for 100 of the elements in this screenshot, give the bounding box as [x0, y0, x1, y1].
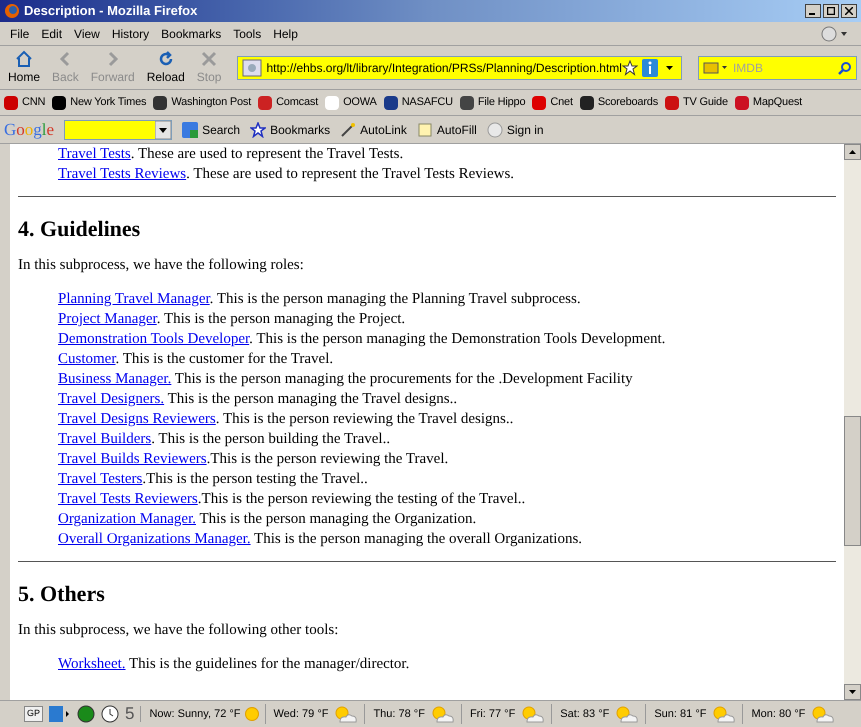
list-item-text: Travel Builds Reviewers.This is the person reviewing the Travel. — [57, 450, 450, 469]
menu-item[interactable]: View — [68, 24, 106, 42]
role-link[interactable]: Planning Travel Manager — [58, 291, 210, 307]
menu-item[interactable]: Tools — [227, 24, 268, 42]
list-item-text: Travel Designers. This is the person managing the Travel designs.. — [57, 390, 458, 409]
clock-icon[interactable] — [101, 705, 120, 723]
intro-text: In this subprocess, we have the following other tools: — [18, 621, 340, 640]
list-item-text: Travel Testers.This is the person testing the Travel.. — [57, 470, 369, 489]
wand-icon — [340, 122, 356, 138]
maximize-icon — [827, 7, 835, 15]
role-link[interactable]: Travel Designers. — [58, 391, 164, 407]
menu-item[interactable]: Bookmarks — [155, 24, 228, 42]
list-item-text: Planning Travel Manager. This is the person managing the Planning Travel subprocess. — [57, 290, 582, 309]
bookmark-item[interactable]: TV Guide — [665, 94, 728, 111]
scroll-down-icon[interactable] — [849, 690, 856, 694]
role-link[interactable]: Customer — [58, 351, 116, 367]
role-link[interactable]: Travel Tests Reviewers — [58, 491, 198, 507]
menu-item[interactable]: History — [106, 24, 156, 42]
bookmark-item[interactable]: Scoreboards — [580, 94, 658, 111]
weather-item[interactable]: Mon: 80 °F — [742, 704, 836, 724]
list-item-text: Travel Tests Reviewers.This is the person reviewing the testing of the Travel.. — [57, 490, 526, 509]
star-icon — [250, 122, 266, 138]
role-link[interactable]: Project Manager — [58, 311, 157, 327]
bookmark-item[interactable]: MapQuest — [734, 94, 802, 111]
role-link[interactable]: Travel Designs Reviewers — [58, 411, 216, 427]
page-icon — [242, 58, 262, 76]
role-link[interactable]: Travel Testers — [58, 471, 142, 487]
toolbar-button[interactable]: AutoFill — [416, 120, 477, 138]
info-icon[interactable] — [642, 58, 658, 76]
form-icon — [416, 122, 433, 138]
user-circle-icon — [486, 122, 503, 138]
bookmark-item[interactable]: Washington Post — [153, 94, 252, 111]
toolbar-button[interactable]: Bookmarks — [250, 120, 330, 138]
weather-item[interactable]: Sat: 83 °F — [551, 704, 640, 724]
menu-item[interactable]: File — [4, 24, 36, 42]
role-link[interactable]: Business Manager. — [58, 371, 172, 387]
bookmark-item[interactable]: CNN — [4, 94, 46, 111]
scrollbar[interactable] — [844, 144, 861, 700]
role-link[interactable]: Travel Tests — [58, 146, 131, 162]
toolbar-button[interactable]: AutoLink — [340, 120, 407, 138]
list-item-text: Demonstration Tools Developer. This is the person managing the Demonstration Tools Development. — [57, 330, 666, 349]
search-engine-icon[interactable] — [702, 60, 729, 76]
role-link[interactable]: Travel Builds Reviewers — [58, 451, 207, 467]
list-item-text: Travel Tests. These are used to represent the Travel Tests. — [57, 145, 404, 164]
minimize-button[interactable] — [805, 4, 821, 18]
list-item-text: Project Manager. This is the person managing the Project. — [57, 310, 406, 329]
maximize-button[interactable] — [823, 4, 839, 18]
nav-button[interactable]: Reload — [142, 50, 189, 86]
window-title: Description - Mozilla Firefox — [24, 2, 198, 20]
star-icon[interactable] — [622, 60, 638, 76]
google-search-field[interactable] — [64, 120, 172, 140]
role-link[interactable]: Demonstration Tools Developer — [58, 331, 250, 347]
intro-text: In this subprocess, we have the following roles: — [18, 256, 305, 275]
close-icon — [845, 7, 853, 15]
toolbar-button[interactable]: Search — [182, 120, 240, 138]
bookmark-item[interactable]: Cnet — [532, 94, 573, 111]
weather-item[interactable]: Thu: 78 °F — [364, 704, 455, 724]
list-item-text: Organization Manager. This is the person managing the Organization. — [57, 510, 478, 529]
role-link[interactable]: Organization Manager. — [58, 511, 196, 527]
role-link[interactable]: Travel Tests Reviews — [58, 166, 186, 182]
bookmark-item[interactable]: New York Times — [52, 94, 146, 111]
gp-badge[interactable]: GP — [24, 706, 44, 722]
dropdown-arrow-icon[interactable] — [666, 66, 673, 70]
home-icon — [15, 50, 33, 68]
menu-item[interactable]: Help — [267, 24, 304, 42]
list-item-text: Worksheet. This is the guidelines for the manager/director. — [57, 655, 410, 674]
role-link[interactable]: Worksheet. — [58, 656, 126, 672]
status-circle-icon[interactable] — [77, 705, 96, 723]
list-item-text: Travel Designs Reviewers. This is the person reviewing the Travel designs.. — [57, 410, 514, 429]
list-item-text: Customer. This is the customer for the Travel. — [57, 350, 334, 369]
status-indicator-icon[interactable] — [821, 26, 849, 42]
weather-item[interactable]: Fri: 77 °F — [460, 704, 546, 724]
bookmark-item[interactable]: NASAFCU — [384, 94, 453, 111]
bookmark-item[interactable]: OOWA — [325, 94, 377, 111]
browser-logo-icon — [4, 3, 20, 19]
close-button[interactable] — [841, 4, 857, 18]
list-item-text: Business Manager. This is the person managing the procurements for the .Development Facility — [57, 370, 634, 389]
role-link[interactable]: Travel Builders — [58, 431, 152, 447]
role-link[interactable]: Overall Organizations Manager. — [58, 531, 251, 547]
list-item-text: Travel Builders. This is the person building the Travel.. — [57, 430, 392, 449]
bookmark-item[interactable]: Comcast — [258, 94, 318, 111]
scroll-thumb[interactable] — [844, 416, 861, 546]
list-item-text: Overall Organizations Manager. This is the person managing the overall Organizations. — [57, 530, 584, 549]
bookmark-item[interactable]: File Hippo — [460, 94, 526, 111]
sun-icon — [244, 707, 258, 721]
reload-icon — [156, 50, 175, 68]
list-item-text: Travel Tests Reviews. These are used to represent the Travel Tests Reviews. — [57, 165, 516, 184]
toolbar-button[interactable]: Sign in — [486, 120, 544, 138]
weather-item[interactable]: Sun: 81 °F — [645, 704, 736, 724]
search-icon[interactable] — [838, 60, 852, 74]
close-icon — [200, 50, 218, 68]
nav-button[interactable]: Home — [4, 50, 44, 86]
address-field[interactable]: http://ehbs.org/lt/library/Integration/PRSs/Planning/Description.html — [237, 56, 682, 80]
scroll-up-icon[interactable] — [849, 150, 856, 154]
menu-item[interactable]: Edit — [35, 24, 68, 42]
weather-item[interactable]: Now: Sunny, 72 °F — [140, 706, 258, 722]
section-heading: 4. Guidelines — [18, 215, 142, 243]
count-label: 5 — [125, 703, 134, 726]
weather-item[interactable]: Wed: 79 °F — [264, 704, 358, 724]
dropdown-arrow-icon[interactable] — [155, 120, 172, 138]
